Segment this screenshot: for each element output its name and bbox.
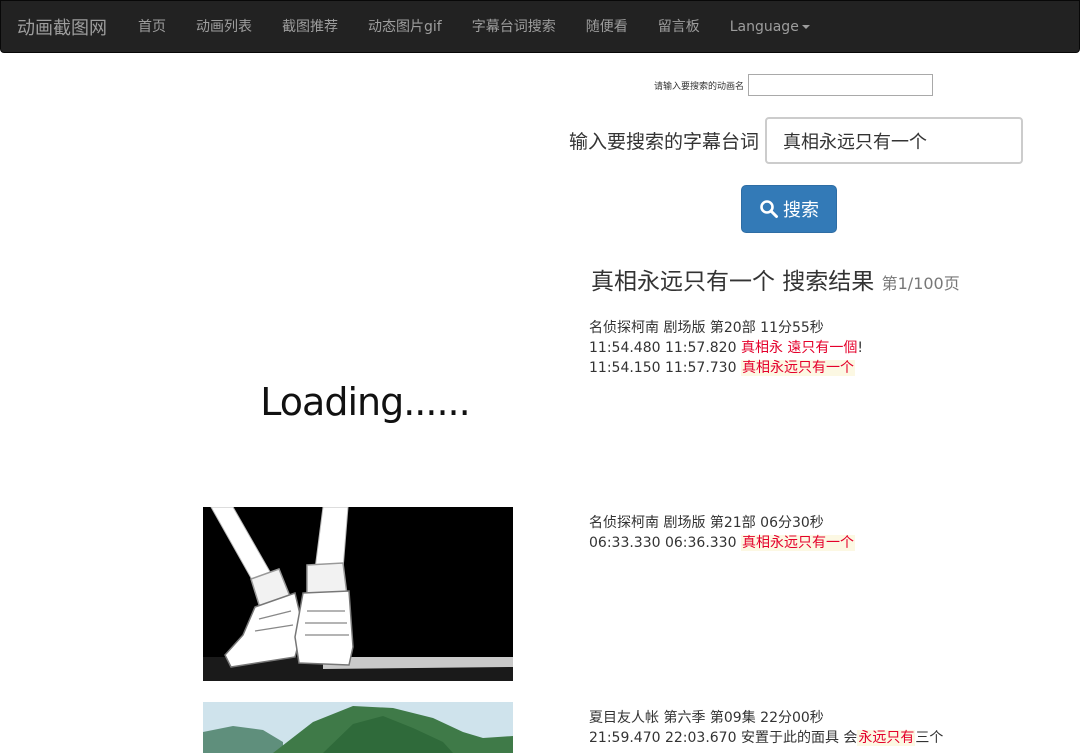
result-after: ! xyxy=(857,340,864,356)
result-thumbnail[interactable] xyxy=(203,702,513,753)
subtitle-search-label: 输入要搜索的字幕台词 xyxy=(568,131,759,153)
result-timestamp: 21:59.470 22:03.670 xyxy=(589,730,737,746)
nav-item-anime-list[interactable]: 动画列表 xyxy=(181,1,267,52)
results-suffix: 搜索结果 xyxy=(775,269,875,295)
result-source[interactable]: 名侦探柯南 剧场版 第20部 11分55秒 xyxy=(589,318,1069,338)
screenshot-image xyxy=(203,507,513,681)
language-label: Language xyxy=(729,19,799,35)
subtitle-search-input[interactable] xyxy=(765,117,1023,164)
nav-menu: 首页 动画列表 截图推荐 动态图片gif 字幕台词搜索 随便看 留言板 Lang… xyxy=(123,1,825,52)
nav-item-screenshot-picks[interactable]: 截图推荐 xyxy=(267,1,353,52)
loading-text: Loading...... xyxy=(260,380,470,424)
result-line: 21:59.470 22:03.670 安置于此的面具 会永远只有三个 xyxy=(589,728,1069,748)
subtitle-search: 输入要搜索的字幕台词 xyxy=(540,117,1023,164)
screenshot-image xyxy=(203,702,513,753)
search-icon xyxy=(760,200,778,218)
nav-item-home[interactable]: 首页 xyxy=(123,1,181,52)
site-brand[interactable]: 动画截图网 xyxy=(17,14,107,40)
result-timestamp: 06:33.330 06:36.330 xyxy=(589,535,737,551)
caret-down-icon xyxy=(801,25,810,29)
result-line: 11:54.480 11:57.820 真相永 遠只有一個! xyxy=(589,338,1069,358)
result-item: 名侦探柯南 剧场版 第21部 06分30秒 06:33.330 06:36.33… xyxy=(589,513,1069,553)
nav-item-guestbook[interactable]: 留言板 xyxy=(643,1,715,52)
result-line: 06:33.330 06:36.330 真相永远只有一个 xyxy=(589,533,1069,553)
result-match: 真相永远只有一个 xyxy=(740,360,855,376)
top-navbar: 动画截图网 首页 动画列表 截图推荐 动态图片gif 字幕台词搜索 随便看 留言… xyxy=(0,0,1080,53)
search-button-label: 搜索 xyxy=(783,200,819,221)
result-thumbnail[interactable] xyxy=(203,507,513,681)
result-match: 真相永远只有一个 xyxy=(740,535,855,551)
result-timestamp: 11:54.150 11:57.730 xyxy=(589,360,737,376)
anime-search-input[interactable] xyxy=(748,74,933,96)
result-match: 真相永 遠只有一個 xyxy=(740,340,858,356)
nav-item-language-dropdown[interactable]: Language xyxy=(715,1,825,52)
result-thumbnail-loading[interactable]: Loading...... xyxy=(210,352,520,452)
results-page-indicator: 第1/100页 xyxy=(881,274,960,293)
result-source[interactable]: 名侦探柯南 剧场版 第21部 06分30秒 xyxy=(589,513,1069,533)
result-before: 安置于此的面具 会 xyxy=(740,730,858,746)
anime-name-search: 请输入要搜索的动画名 xyxy=(560,74,933,96)
nav-item-random[interactable]: 随便看 xyxy=(571,1,643,52)
result-source[interactable]: 夏目友人帐 第六季 第09集 22分00秒 xyxy=(589,708,1069,728)
nav-item-gif[interactable]: 动态图片gif xyxy=(353,1,457,52)
anime-search-label: 请输入要搜索的动画名 xyxy=(653,81,744,92)
result-item: 名侦探柯南 剧场版 第20部 11分55秒 11:54.480 11:57.82… xyxy=(589,318,1069,378)
result-item: 夏目友人帐 第六季 第09集 22分00秒 21:59.470 22:03.67… xyxy=(589,708,1069,748)
result-line: 11:54.150 11:57.730 真相永远只有一个 xyxy=(589,358,1069,378)
result-match: 永远只有 xyxy=(857,730,916,746)
search-button[interactable]: 搜索 xyxy=(741,185,837,233)
result-timestamp: 11:54.480 11:57.820 xyxy=(589,340,737,356)
results-heading: 真相永远只有一个 搜索结果 第1/100页 xyxy=(591,262,1061,296)
results-query: 真相永远只有一个 xyxy=(591,269,775,295)
result-after: 三个 xyxy=(915,730,944,746)
nav-item-subtitle-search[interactable]: 字幕台词搜索 xyxy=(457,1,571,52)
